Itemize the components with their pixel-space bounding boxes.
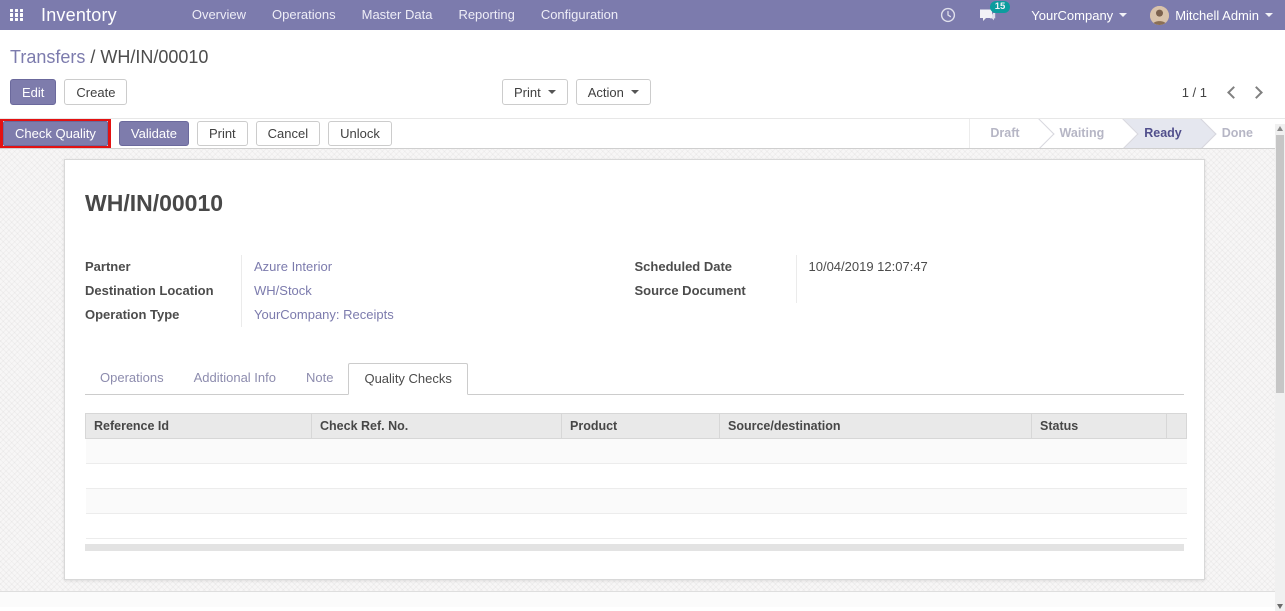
- table-row: [85, 463, 1187, 489]
- form-statusbar: Check Quality Validate Print Cancel Unlo…: [0, 118, 1285, 149]
- activities-clock-icon[interactable]: [940, 7, 956, 23]
- table-row: [85, 438, 1187, 464]
- tab-additional-info[interactable]: Additional Info: [179, 363, 291, 395]
- field-label: Scheduled Date: [634, 259, 733, 274]
- control-panel: Transfers / WH/IN/00010 Edit Create Prin…: [0, 30, 1285, 118]
- user-name: Mitchell Admin: [1175, 7, 1259, 23]
- chevron-down-icon: [1119, 13, 1128, 17]
- message-count-badge: 15: [989, 0, 1011, 13]
- menu-configuration[interactable]: Configuration: [528, 0, 631, 30]
- center-actions: Print Action: [502, 79, 651, 105]
- column-header-check-ref-no[interactable]: Check Ref. No.: [311, 413, 562, 439]
- field-label: Destination Location: [85, 283, 214, 298]
- form-view-background: WH/IN/00010 Partner Azure Interior Desti…: [0, 149, 1285, 607]
- breadcrumb-separator: /: [85, 47, 101, 67]
- table-horizontal-scrollbar[interactable]: [85, 544, 1184, 551]
- record-title: WH/IN/00010: [85, 190, 224, 216]
- navbar-right: 15 YourCompany Mitchell Admin: [940, 0, 1273, 25]
- company-name: YourCompany: [1031, 7, 1114, 23]
- company-switcher[interactable]: YourCompany: [1031, 7, 1128, 23]
- pager-previous-icon[interactable]: [1227, 85, 1240, 99]
- breadcrumb-current: WH/IN/00010: [100, 47, 209, 67]
- column-header-status[interactable]: Status: [1031, 413, 1167, 439]
- column-header-source-destination[interactable]: Source/destination: [719, 413, 1032, 439]
- field-destination-location: Destination Location WH/Stock: [85, 279, 635, 303]
- field-label: Partner: [85, 259, 131, 274]
- destination-location-link[interactable]: WH/Stock: [241, 279, 635, 303]
- actions-row: Edit Create Print Action 1 / 1: [10, 79, 1275, 118]
- field-scheduled-date: Scheduled Date 10/04/2019 12:07:47: [635, 255, 1185, 279]
- partner-link[interactable]: Azure Interior: [241, 255, 635, 279]
- messages-icon[interactable]: 15: [979, 0, 1011, 23]
- field-source-document: Source Document: [635, 279, 1185, 303]
- print-button[interactable]: Print: [196, 121, 248, 146]
- print-dropdown-label: Print: [514, 84, 541, 100]
- app-title[interactable]: Inventory: [41, 5, 117, 26]
- create-button[interactable]: Create: [64, 79, 128, 105]
- top-navbar: Inventory Overview Operations Master Dat…: [0, 0, 1285, 30]
- tab-operations[interactable]: Operations: [85, 363, 179, 395]
- scheduled-date-value: 10/04/2019 12:07:47: [795, 255, 1185, 279]
- field-groups: Partner Azure Interior Destination Locat…: [85, 255, 1184, 327]
- unlock-button[interactable]: Unlock: [328, 121, 392, 146]
- scrollbar-thumb[interactable]: [1276, 135, 1284, 393]
- column-header-reference-id[interactable]: Reference Id: [85, 413, 312, 439]
- chevron-down-icon: [547, 90, 556, 94]
- chevron-down-icon: [1265, 13, 1273, 17]
- pager-value: 1 / 1: [1181, 84, 1207, 100]
- field-column-left: Partner Azure Interior Destination Locat…: [85, 255, 635, 327]
- form-sheet: WH/IN/00010 Partner Azure Interior Desti…: [64, 159, 1205, 580]
- check-quality-button[interactable]: Check Quality: [3, 121, 108, 146]
- quality-checks-table: Reference Id Check Ref. No. Product Sour…: [85, 413, 1187, 551]
- column-header-product[interactable]: Product: [561, 413, 720, 439]
- page-vertical-scrollbar: [1275, 124, 1285, 611]
- statusbar-buttons: Check Quality Validate Print Cancel Unlo…: [0, 119, 392, 148]
- action-dropdown-label: Action: [587, 84, 624, 100]
- highlight-box: Check Quality: [0, 119, 111, 148]
- field-column-right: Scheduled Date 10/04/2019 12:07:47 Sourc…: [635, 255, 1185, 327]
- breadcrumb: Transfers / WH/IN/00010: [10, 30, 1275, 68]
- status-draft: Draft: [970, 119, 1039, 148]
- operation-type-link[interactable]: YourCompany: Receipts: [241, 303, 635, 327]
- avatar: [1150, 5, 1170, 25]
- table-row: [85, 488, 1187, 514]
- print-dropdown[interactable]: Print: [502, 79, 568, 105]
- field-operation-type: Operation Type YourCompany: Receipts: [85, 303, 635, 327]
- breadcrumb-transfers[interactable]: Transfers: [10, 47, 85, 67]
- notebook-tabs: Operations Additional Info Note Quality …: [85, 363, 1184, 395]
- pager-next-icon[interactable]: [1250, 85, 1263, 99]
- scrollbar-down-arrow-icon[interactable]: [1276, 604, 1283, 609]
- chatter-area-top: [0, 591, 1285, 607]
- table-row: [85, 513, 1187, 539]
- apps-grid-icon[interactable]: [10, 8, 23, 22]
- status-pipeline: Draft Waiting Ready Done: [969, 119, 1273, 148]
- source-document-value: [795, 279, 1185, 303]
- menu-reporting[interactable]: Reporting: [445, 0, 527, 30]
- tab-note[interactable]: Note: [291, 363, 348, 395]
- app-menu: Overview Operations Master Data Reportin…: [179, 0, 631, 30]
- pager: 1 / 1: [1182, 85, 1275, 100]
- edit-button[interactable]: Edit: [10, 79, 57, 105]
- column-header-blank: [1166, 413, 1187, 439]
- validate-button[interactable]: Validate: [118, 121, 189, 146]
- menu-overview[interactable]: Overview: [179, 0, 259, 30]
- field-partner: Partner Azure Interior: [85, 255, 635, 279]
- cancel-button[interactable]: Cancel: [255, 121, 321, 146]
- menu-operations[interactable]: Operations: [259, 0, 349, 30]
- action-dropdown[interactable]: Action: [575, 79, 651, 105]
- chevron-down-icon: [630, 90, 639, 94]
- scrollbar-up-arrow-icon[interactable]: [1276, 126, 1283, 131]
- field-label: Operation Type: [85, 307, 180, 322]
- tab-quality-checks[interactable]: Quality Checks: [348, 363, 468, 395]
- user-menu[interactable]: Mitchell Admin: [1150, 5, 1273, 25]
- menu-master-data[interactable]: Master Data: [349, 0, 446, 30]
- table-header-row: Reference Id Check Ref. No. Product Sour…: [85, 413, 1187, 439]
- field-label: Source Document: [634, 283, 746, 298]
